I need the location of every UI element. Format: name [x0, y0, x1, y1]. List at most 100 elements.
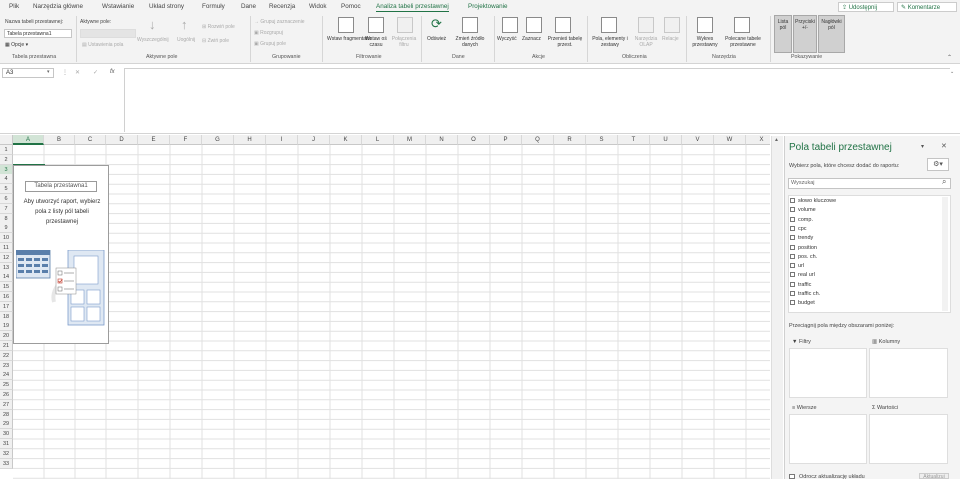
field-item[interactable]: słowo kluczowe [790, 198, 836, 204]
column-header-u[interactable]: U [650, 135, 682, 145]
column-header-q[interactable]: Q [522, 135, 554, 145]
field-item[interactable]: budget [790, 300, 815, 306]
column-header-e[interactable]: E [138, 135, 170, 145]
filter-connections-button[interactable]: Połączenia filtru [389, 36, 419, 48]
row-header-13[interactable]: 13 [0, 262, 13, 273]
field-checkbox[interactable] [790, 216, 795, 222]
field-item[interactable]: traffic ch. [790, 291, 820, 297]
vertical-scrollbar[interactable] [771, 136, 783, 479]
tab-home[interactable]: Narzędzia główne [33, 3, 83, 10]
row-header-3[interactable]: 3 [0, 164, 13, 175]
column-header-l[interactable]: L [362, 135, 394, 145]
field-item[interactable]: position [790, 244, 817, 251]
refresh-button[interactable]: Odśwież [427, 36, 446, 42]
row-header-31[interactable]: 31 [0, 439, 13, 449]
tab-insert[interactable]: Wstawianie [102, 3, 134, 10]
row-header-30[interactable]: 30 [0, 429, 13, 440]
select-all-corner[interactable] [0, 135, 13, 145]
defer-update-checkbox[interactable] [789, 474, 795, 479]
select-button[interactable]: Zaznacz [522, 36, 541, 42]
row-header-1[interactable]: 1 [0, 145, 13, 155]
row-header-22[interactable]: 22 [0, 350, 13, 361]
tab-help[interactable]: Pomoc [341, 3, 361, 10]
row-header-16[interactable]: 16 [0, 292, 13, 302]
field-item[interactable]: cpc [790, 225, 807, 232]
field-checkbox[interactable] [790, 272, 795, 278]
panel-options-icon[interactable]: ▾ [921, 143, 924, 150]
group-field-button[interactable]: ▣ Grupuj pole [254, 41, 286, 47]
row-header-5[interactable]: 5 [0, 184, 13, 195]
field-settings-button[interactable]: ▤ Ustawienia pola [82, 42, 123, 48]
row-header-29[interactable]: 29 [0, 419, 13, 430]
row-header-8[interactable]: 8 [0, 213, 13, 224]
field-list-scrollbar[interactable] [942, 197, 948, 311]
row-header-7[interactable]: 7 [0, 203, 13, 214]
namebox-dropdown-icon[interactable]: ▾ [47, 69, 50, 75]
row-header-20[interactable]: 20 [0, 331, 13, 342]
formula-input[interactable] [124, 68, 950, 132]
row-header-21[interactable]: 21 [0, 341, 13, 351]
values-drop-area[interactable] [869, 414, 948, 464]
pivot-placeholder[interactable]: Tabela przestawna1 Aby utworzyć raport, … [13, 165, 109, 344]
column-header-n[interactable]: N [426, 135, 458, 145]
column-header-j[interactable]: J [298, 135, 330, 145]
filters-drop-area[interactable] [789, 348, 867, 398]
group-selection-button[interactable]: → Grupuj zaznaczenie [254, 19, 305, 25]
column-header-o[interactable]: O [458, 135, 490, 145]
active-field-input[interactable] [80, 29, 136, 38]
tab-file[interactable]: Plik [9, 3, 19, 10]
row-header-9[interactable]: 9 [0, 223, 13, 234]
column-header-b[interactable]: B [44, 135, 75, 145]
search-icon[interactable]: ⌕ [942, 177, 946, 187]
drill-up-button[interactable]: Uogólnij [177, 37, 195, 43]
comments-button[interactable]: ✎ Komentarze [897, 2, 957, 12]
field-checkbox[interactable] [790, 225, 795, 231]
field-checkbox[interactable] [790, 244, 795, 250]
row-header-6[interactable]: 6 [0, 194, 13, 204]
row-header-14[interactable]: 14 [0, 272, 13, 283]
olap-tools-button[interactable]: Narzędzia OLAP [632, 36, 660, 48]
field-checkbox[interactable] [790, 263, 795, 269]
spreadsheet-grid[interactable]: ABCDEFGHIJKLMNOPQRSTUVWX 1 2 3 4 5 6 7 8 9 10 11 12… [0, 135, 770, 479]
row-header-11[interactable]: 11 [0, 243, 13, 253]
row-header-25[interactable]: 25 [0, 380, 13, 391]
column-header-a[interactable]: A [13, 135, 44, 145]
tab-design[interactable]: Projektowanie [468, 3, 508, 10]
options-button[interactable]: ▦ Opcje ▾ [5, 42, 28, 48]
row-header-32[interactable]: 32 [0, 448, 13, 459]
field-checkbox[interactable] [790, 300, 795, 306]
row-header-26[interactable]: 26 [0, 390, 13, 400]
ungroup-button[interactable]: ▣ Rozgrupuj [254, 30, 283, 36]
row-header-2[interactable]: 2 [0, 154, 13, 165]
collapse-field-button[interactable]: ⊟ Zwiń pole [202, 38, 229, 44]
tab-page-layout[interactable]: Układ strony [149, 3, 184, 10]
pivot-chart-button[interactable]: Wykres przestawny [690, 36, 720, 48]
column-header-t[interactable]: T [618, 135, 650, 145]
field-checkbox[interactable] [790, 291, 795, 296]
column-header-x[interactable]: X [746, 135, 770, 145]
column-header-s[interactable]: S [586, 135, 618, 145]
column-header-d[interactable]: D [106, 135, 138, 145]
change-source-button[interactable]: Zmień źródło danych [451, 36, 489, 48]
clear-button[interactable]: Wyczyść [497, 36, 517, 42]
field-item[interactable]: pos. ch. [790, 253, 817, 260]
column-header-h[interactable]: H [234, 135, 266, 145]
row-header-18[interactable]: 18 [0, 311, 13, 322]
column-header-m[interactable]: M [394, 135, 426, 145]
tab-data[interactable]: Dane [241, 3, 256, 10]
tab-pivot-analyze[interactable]: Analiza tabeli przestawnej [376, 3, 449, 12]
column-header-f[interactable]: F [170, 135, 202, 145]
function-icon[interactable]: fx [110, 69, 115, 75]
row-header-15[interactable]: 15 [0, 282, 13, 293]
field-item[interactable]: volume [790, 207, 816, 213]
recommended-pivot-button[interactable]: Polecane tabele przestawne [721, 36, 765, 48]
row-header-17[interactable]: 17 [0, 301, 13, 312]
column-header-r[interactable]: R [554, 135, 586, 145]
row-header-12[interactable]: 12 [0, 252, 13, 263]
expand-field-button[interactable]: ⊞ Rozwiń pole [202, 24, 235, 30]
row-header-27[interactable]: 27 [0, 399, 13, 410]
field-checkbox[interactable] [790, 235, 795, 241]
row-header-23[interactable]: 23 [0, 360, 13, 371]
row-header-19[interactable]: 19 [0, 321, 13, 332]
move-pivot-button[interactable]: Przenieś tabelę przest. [547, 36, 583, 48]
